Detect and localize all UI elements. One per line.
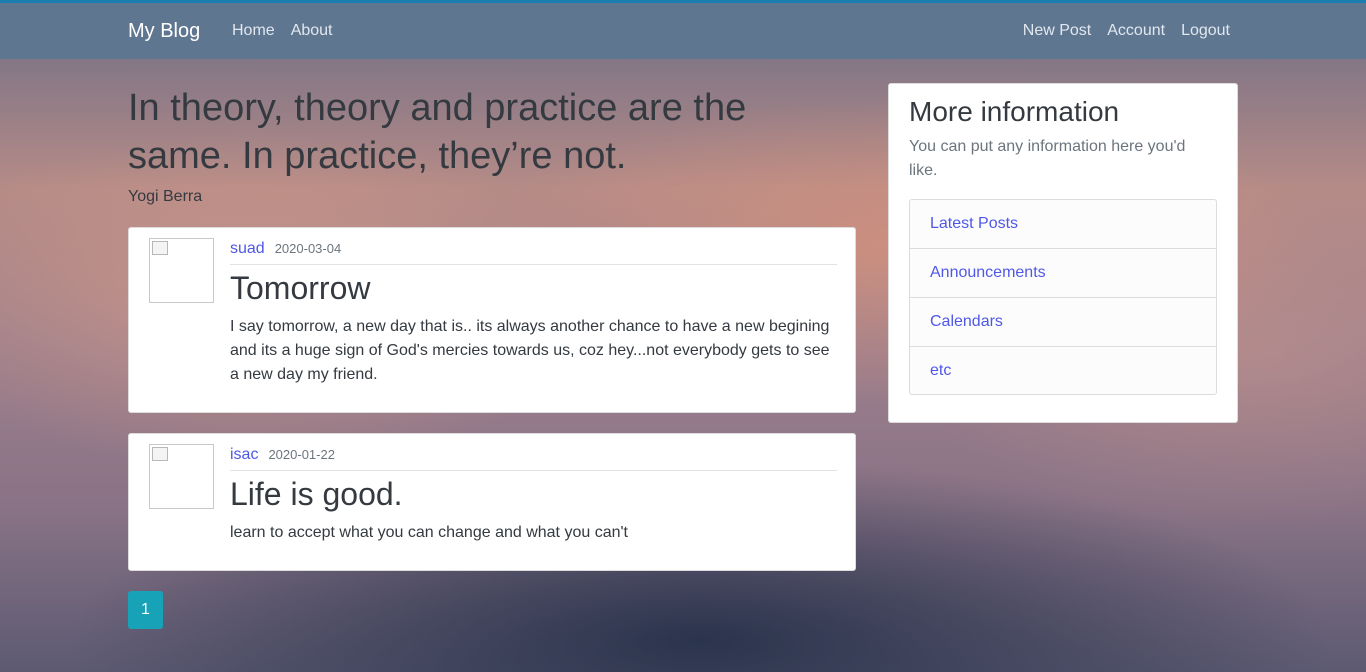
nav-home-link[interactable]: Home — [232, 22, 275, 40]
post-meta: isac 2020-01-22 — [230, 446, 837, 471]
sidebar-description: You can put any information here you'd l… — [909, 138, 1186, 179]
nav-right: New Post Account Logout — [1023, 22, 1230, 40]
post-card: isac 2020-01-22 Life is good. learn to ac… — [128, 433, 856, 571]
sidebar-item-calendars[interactable]: Calendars — [910, 298, 1216, 347]
post-content: I say tomorrow, a new day that is.. its … — [230, 318, 830, 383]
post-title-link[interactable]: Tomorrow — [230, 270, 370, 307]
nav-left: Home About — [232, 22, 333, 40]
post-author-link[interactable]: suad — [230, 240, 265, 257]
sidebar-title: More information — [909, 96, 1120, 127]
post-content: learn to accept what you can change and … — [230, 524, 628, 541]
post-meta: suad 2020-03-04 — [230, 240, 837, 265]
nav-account-link[interactable]: Account — [1107, 22, 1165, 40]
sidebar-card: More information You can put any informa… — [888, 83, 1238, 423]
brand-link[interactable]: My Blog — [128, 20, 200, 43]
post-title-link[interactable]: Life is good. — [230, 476, 403, 513]
sidebar-item-etc[interactable]: etc — [910, 347, 1216, 394]
post-date: 2020-01-22 — [268, 447, 335, 462]
sidebar-item-announcements[interactable]: Announcements — [910, 249, 1216, 298]
nav-logout-link[interactable]: Logout — [1181, 22, 1230, 40]
quote-text: In theory, theory and practice are the s… — [128, 87, 747, 177]
author-avatar — [149, 238, 214, 303]
navbar: My Blog Home About New Post Account Logo… — [0, 3, 1366, 59]
post-author-link[interactable]: isac — [230, 446, 258, 463]
post-card: suad 2020-03-04 Tomorrow I say tomorrow, … — [128, 227, 856, 413]
quote-author: Yogi Berra — [128, 188, 203, 205]
sidebar-item-latest-posts[interactable]: Latest Posts — [910, 200, 1216, 249]
pagination-page-button[interactable]: 1 — [128, 591, 163, 629]
post-date: 2020-03-04 — [274, 241, 342, 256]
nav-about-link[interactable]: About — [291, 22, 333, 40]
author-avatar — [149, 444, 214, 509]
sidebar-link-list: Latest Posts Announcements Calendars etc — [909, 199, 1217, 395]
nav-new-post-link[interactable]: New Post — [1023, 22, 1091, 40]
